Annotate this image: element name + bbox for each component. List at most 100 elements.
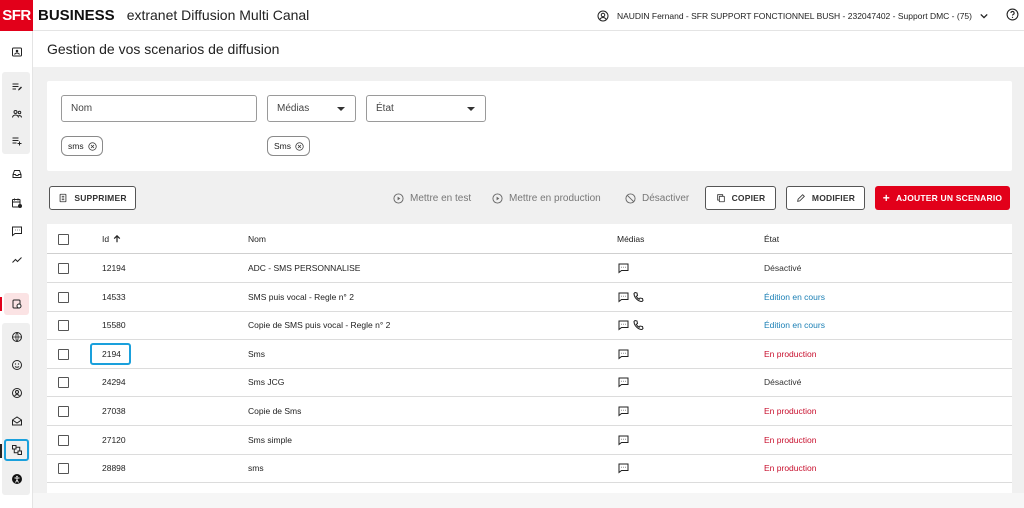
focus-ring [90, 342, 131, 365]
column-medias[interactable]: Médias [617, 225, 644, 253]
row-checkbox[interactable] [58, 406, 69, 417]
status-label: Édition en cours [764, 320, 825, 331]
sfr-logo[interactable]: SFR [0, 0, 33, 31]
sms-icon [618, 320, 629, 331]
table-row[interactable]: 28898 sms En production [47, 454, 1012, 484]
table-row[interactable]: 15580 Copie de SMS puis vocal - Regle n° … [47, 311, 1012, 341]
cell-id: 27120 [102, 434, 126, 445]
trash-icon [59, 193, 67, 203]
cell-id: 14533 [102, 291, 126, 302]
bottom-strip [33, 493, 1024, 508]
add-scenario-label: AJOUTER UN SCENARIO [895, 193, 1003, 203]
remove-chip-icon[interactable] [87, 141, 97, 151]
sidebar-item-scenarios-active[interactable] [4, 293, 29, 315]
column-id-label: Id [102, 234, 110, 244]
mailbox-icon [11, 416, 22, 426]
top-bar: SFR BUSINESS extranet Diffusion Multi Ca… [0, 0, 1024, 31]
caret-down-icon [337, 107, 345, 111]
cell-nom: Sms [248, 348, 265, 359]
sidebar-item-contacts[interactable] [4, 41, 29, 63]
set-test-button[interactable]: Mettre en test [393, 186, 471, 210]
row-checkbox[interactable] [58, 348, 69, 360]
add-scenario-button[interactable]: + AJOUTER UN SCENARIO [875, 186, 1010, 210]
table-row[interactable]: 27038 Copie de Sms En production [47, 397, 1012, 426]
row-checkbox[interactable] [58, 291, 69, 303]
remove-chip-icon[interactable] [295, 141, 304, 151]
sms-icon [618, 292, 629, 303]
cell-medias [617, 254, 632, 282]
chip-label: sms [68, 141, 84, 151]
sidebar-item-web[interactable] [4, 326, 29, 348]
column-id[interactable]: Id [102, 225, 121, 253]
status-label: En production [764, 348, 817, 359]
table-row[interactable]: 27120 Sms simple En production [47, 426, 1012, 455]
filter-chip[interactable]: sms [61, 136, 103, 156]
copy-icon [716, 194, 725, 203]
page-header: Gestion de vos scenarios de diffusion [33, 31, 1024, 67]
contact-card-icon [11, 47, 22, 57]
row-checkbox[interactable] [58, 263, 69, 274]
app-title: extranet Diffusion Multi Canal [126, 7, 310, 23]
table-row[interactable]: 14533 SMS puis vocal - Regle n° 2 Édition … [47, 283, 1012, 312]
cell-medias [617, 454, 632, 482]
sidebar-item-accessibility[interactable] [4, 468, 29, 490]
sidebar-item-lists[interactable] [4, 76, 29, 98]
sidebar-item-users[interactable] [4, 103, 29, 125]
select-all-checkbox[interactable] [58, 234, 69, 245]
help-icon[interactable] [1006, 8, 1019, 21]
face-icon [11, 360, 22, 370]
row-checkbox[interactable] [58, 377, 69, 389]
sidebar-item-flows[interactable] [4, 439, 29, 461]
column-etat[interactable]: État [764, 225, 779, 253]
sidebar-item-inbox[interactable] [4, 163, 29, 185]
sidebar-item-account[interactable] [4, 382, 29, 404]
block-icon [625, 192, 636, 204]
etat-filter-select[interactable]: État [366, 95, 486, 122]
sms-icon [618, 406, 629, 417]
sms-icon [618, 377, 629, 388]
sidebar-item-mailbox[interactable] [4, 410, 29, 432]
row-checkbox[interactable] [58, 463, 69, 475]
table-row[interactable]: 12194 ADC - SMS PERSONNALISE Désactivé [47, 254, 1012, 283]
cell-medias [617, 426, 632, 454]
user-menu[interactable]: NAUDIN Fernand - SFR SUPPORT FONCTIONNEL… [597, 0, 988, 31]
table-row[interactable]: 24294 Sms JCG Désactivé [47, 368, 1012, 398]
sidebar-item-face[interactable] [4, 354, 29, 376]
list-edit-icon [12, 83, 22, 91]
cell-medias [617, 340, 632, 368]
delete-label: SUPPRIMER [74, 193, 127, 203]
account-icon [11, 388, 22, 398]
cell-nom: Sms simple [248, 434, 292, 445]
plus-icon: + [882, 191, 890, 205]
users-icon [11, 110, 22, 118]
sidebar-item-playlist[interactable] [4, 130, 29, 152]
row-checkbox[interactable] [58, 320, 69, 332]
row-checkbox[interactable] [58, 434, 69, 446]
medias-filter-label: Médias [277, 103, 310, 114]
sidebar-item-messages[interactable] [4, 220, 29, 242]
cell-id: 27038 [102, 406, 126, 416]
deactivate-button[interactable]: Désactiver [625, 186, 689, 210]
inbox-icon [12, 170, 21, 178]
user-label: NAUDIN Fernand - SFR SUPPORT FONCTIONNEL… [616, 10, 972, 21]
sort-up-icon [113, 235, 121, 243]
nom-filter-input[interactable]: Nom [61, 95, 257, 122]
sidebar-item-stats[interactable] [4, 249, 29, 271]
delete-button[interactable]: SUPPRIMER [49, 186, 136, 210]
active-indicator [0, 297, 2, 311]
cell-medias [617, 283, 647, 311]
table-row[interactable]: 2194 Sms En production [47, 340, 1012, 369]
medias-filter-select[interactable]: Médias [267, 95, 356, 122]
edit-button[interactable]: MODIFIER [786, 186, 865, 210]
copy-button[interactable]: COPIER [705, 186, 776, 210]
sidebar [0, 31, 33, 508]
sidebar-item-schedule[interactable] [4, 192, 29, 214]
message-icon [11, 226, 22, 237]
chip-label: Sms [274, 141, 291, 151]
filter-chip[interactable]: Sms [267, 136, 310, 156]
set-production-button[interactable]: Mettre en production [492, 186, 601, 210]
page-title: Gestion de vos scenarios de diffusion [47, 41, 280, 57]
column-nom[interactable]: Nom [248, 225, 266, 253]
sms-icon [618, 349, 629, 360]
chevron-down-icon [980, 13, 988, 19]
